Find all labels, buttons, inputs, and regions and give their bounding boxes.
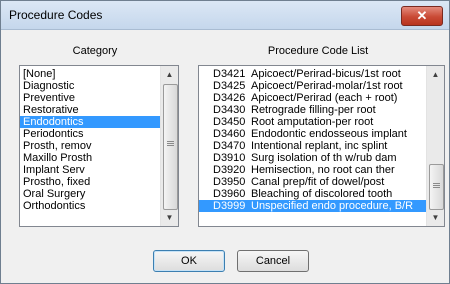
grip-line (433, 183, 440, 184)
procedure-rows: D3421 Apicoect/Perirad-bicus/1st root D342… (199, 66, 444, 212)
close-icon: ✕ (416, 8, 428, 23)
grip-line (167, 143, 174, 144)
procedure-description: Surg isolation of th w/rub dam (251, 152, 397, 164)
procedure-code: D3920 (213, 164, 246, 176)
category-item[interactable]: Endodontics (20, 116, 178, 128)
procedure-description: Unspecified endo procedure, B/R (251, 200, 414, 212)
category-item-label: Restorative (23, 104, 79, 116)
procedure-description: Intentional replant, inc splint (251, 140, 388, 152)
procedure-scroll-thumb[interactable] (429, 164, 444, 210)
category-item-label: [None] (23, 68, 56, 80)
scroll-up-arrow-icon[interactable]: ▲ (161, 66, 178, 83)
procedure-description: Canal prep/fit of dowel/post (251, 176, 385, 188)
procedure-row[interactable]: D3430 Retrograde filling-per root (199, 104, 444, 116)
close-button[interactable]: ✕ (401, 6, 443, 26)
procedure-description: Retrograde filling-per root (251, 104, 376, 116)
procedure-code: D3450 (213, 116, 246, 128)
category-item-label: Periodontics (23, 128, 84, 140)
category-item[interactable]: Oral Surgery (20, 188, 178, 200)
procedure-code: D3960 (213, 188, 246, 200)
procedure-code: D3460 (213, 128, 246, 140)
scroll-down-arrow-icon[interactable]: ▼ (161, 209, 178, 226)
dialog-body: Category Procedure Code List [None] Diagn… (1, 30, 449, 283)
procedure-code-listbox[interactable]: D3421 Apicoect/Perirad-bicus/1st root D342… (198, 65, 445, 227)
procedure-row[interactable]: D3470 Intentional replant, inc splint (199, 140, 444, 152)
procedure-description: Bleaching of discolored tooth (251, 188, 393, 200)
category-item[interactable]: Restorative (20, 104, 178, 116)
category-item-label: Endodontics (23, 116, 84, 128)
procedure-code: D3999 (213, 200, 246, 212)
category-item[interactable]: Preventive (20, 92, 178, 104)
category-item[interactable]: Orthodontics (20, 200, 178, 212)
grip-line (433, 185, 440, 186)
procedure-description: Root amputation-per root (251, 116, 374, 128)
procedure-row[interactable]: D3910 Surg isolation of th w/rub dam (199, 152, 444, 164)
title-bar: Procedure Codes ✕ (1, 1, 449, 30)
category-item[interactable]: Prosth, remov (20, 140, 178, 152)
category-listbox[interactable]: [None] Diagnostic Preventive Restorative End… (19, 65, 179, 227)
category-item[interactable]: Periodontics (20, 128, 178, 140)
procedure-row[interactable]: D3920 Hemisection, no root can ther (199, 164, 444, 176)
procedure-description: Endodontic endosseous implant (251, 128, 407, 140)
procedure-row[interactable]: D3426 Apicoect/Perirad (each + root) (199, 92, 444, 104)
procedure-row[interactable]: D3421 Apicoect/Perirad-bicus/1st root (199, 68, 444, 80)
procedure-row[interactable]: D3999 Unspecified endo procedure, B/R (199, 200, 444, 212)
category-item[interactable]: Implant Serv (20, 164, 178, 176)
procedure-row[interactable]: D3960 Bleaching of discolored tooth (199, 188, 444, 200)
procedure-code: D3421 (213, 68, 246, 80)
procedure-code: D3910 (213, 152, 246, 164)
procedure-code: D3426 (213, 92, 246, 104)
procedure-row[interactable]: D3450 Root amputation-per root (199, 116, 444, 128)
category-scrollbar[interactable]: ▲ ▼ (160, 66, 178, 226)
procedure-row[interactable]: D3425 Apicoect/Perirad-molar/1st root (199, 80, 444, 92)
category-item-label: Prosth, remov (23, 140, 92, 152)
procedure-description: Apicoect/Perirad-molar/1st root (251, 80, 403, 92)
ok-button[interactable]: OK (153, 250, 225, 272)
procedure-code: D3470 (213, 140, 246, 152)
procedure-code: D3430 (213, 104, 246, 116)
category-item-label: Maxillo Prosth (23, 152, 93, 164)
procedure-scrollbar[interactable]: ▲ ▼ (426, 66, 444, 226)
procedure-codes-dialog: Procedure Codes ✕ Category Procedure Cod… (0, 0, 450, 284)
procedure-description: Apicoect/Perirad-bicus/1st root (251, 68, 401, 80)
scroll-down-arrow-icon[interactable]: ▼ (427, 209, 444, 226)
procedure-row[interactable]: D3460 Endodontic endosseous implant (199, 128, 444, 140)
category-item[interactable]: [None] (20, 68, 178, 80)
category-scroll-thumb[interactable] (163, 84, 178, 210)
procedure-list-header: Procedure Code List (267, 45, 369, 57)
category-item[interactable]: Prostho, fixed (20, 176, 178, 188)
procedure-description: Apicoect/Perirad (each + root) (251, 92, 398, 104)
grip-line (167, 141, 174, 142)
scroll-up-arrow-icon[interactable]: ▲ (427, 66, 444, 83)
category-item-label: Oral Surgery (23, 188, 86, 200)
category-item[interactable]: Maxillo Prosth (20, 152, 178, 164)
category-item[interactable]: Diagnostic (20, 80, 178, 92)
procedure-row[interactable]: D3950 Canal prep/fit of dowel/post (199, 176, 444, 188)
category-rows: [None] Diagnostic Preventive Restorative End… (20, 66, 178, 212)
procedure-description: Hemisection, no root can ther (251, 164, 395, 176)
procedure-code: D3950 (213, 176, 246, 188)
grip-line (433, 187, 440, 188)
procedure-code: D3425 (213, 80, 246, 92)
grip-line (167, 145, 174, 146)
category-item-label: Prostho, fixed (23, 176, 91, 188)
category-item-label: Diagnostic (23, 80, 75, 92)
dialog-title: Procedure Codes (9, 8, 103, 22)
category-header: Category (72, 45, 118, 57)
category-item-label: Implant Serv (23, 164, 85, 176)
category-item-label: Preventive (23, 92, 75, 104)
cancel-button[interactable]: Cancel (237, 250, 309, 272)
category-item-label: Orthodontics (23, 200, 86, 212)
